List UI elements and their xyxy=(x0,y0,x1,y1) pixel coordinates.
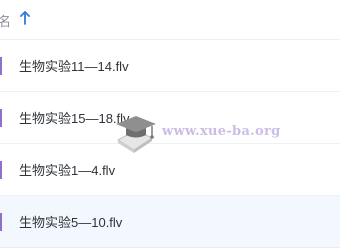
column-header[interactable]: 名 xyxy=(0,0,340,40)
file-name[interactable]: 生物实验5—10.flv xyxy=(19,212,122,231)
file-type-marker xyxy=(0,109,2,127)
file-type-marker xyxy=(0,57,2,75)
file-type-marker xyxy=(0,161,2,179)
sort-ascending-arrow-icon[interactable] xyxy=(19,11,31,25)
site-watermark: www.xue-ba.org xyxy=(112,110,280,154)
file-name[interactable]: 生物实验11—14.flv xyxy=(19,56,129,75)
graduation-cap-book-icon xyxy=(116,116,156,153)
file-type-marker xyxy=(0,213,2,231)
file-name[interactable]: 生物实验1—4.flv xyxy=(19,160,115,179)
file-row[interactable]: 生物实验11—14.flv xyxy=(0,40,340,92)
watermark-url: www.xue-ba.org xyxy=(162,124,281,139)
file-row-selected[interactable]: 生物实验5—10.flv xyxy=(0,196,340,248)
name-column-label[interactable]: 名 xyxy=(0,11,11,30)
